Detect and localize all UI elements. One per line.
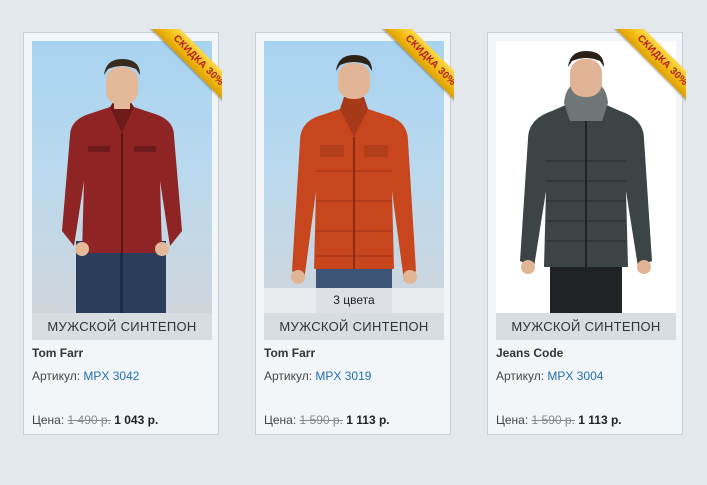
sku-link[interactable]: MPX 3042 [83,369,139,383]
sku-link[interactable]: MPX 3004 [547,369,603,383]
old-price: 1 590 р. [299,413,343,427]
discount-badge: СКИДКА 30% [372,29,454,111]
product-category: МУЖСКОЙ СИНТЕПОН [32,313,212,340]
sku-link[interactable]: MPX 3019 [315,369,371,383]
product-price: Цена: 1 590 р. 1 113 р. [264,413,390,427]
product-category: МУЖСКОЙ СИНТЕПОН [264,313,444,340]
product-price: Цена: 1 590 р. 1 113 р. [496,413,622,427]
sku-label: Артикул: [496,369,545,383]
price-label: Цена: [32,413,65,427]
product-price: Цена: 1 490 р. 1 043 р. [32,413,158,427]
product-card[interactable]: СКИДКА 30% МУЖСКОЙ СИНТЕПОН Jeans Code А… [487,29,686,435]
new-price: 1 113 р. [578,413,622,427]
product-brand: Tom Farr [32,346,84,360]
new-price: 1 113 р. [346,413,390,427]
old-price: 1 590 р. [531,413,575,427]
sku-label: Артикул: [264,369,313,383]
discount-badge: СКИДКА 30% [604,29,686,111]
price-label: Цена: [264,413,297,427]
new-price: 1 043 р. [114,413,159,427]
colors-available-label: 3 цвета [264,288,444,313]
discount-badge-label: СКИДКА 30% [612,29,686,111]
discount-badge-label: СКИДКА 30% [380,29,454,111]
product-sku: Артикул: MPX 3004 [496,369,603,383]
product-sku: Артикул: MPX 3042 [32,369,139,383]
product-brand: Jeans Code [496,346,564,360]
price-label: Цена: [496,413,529,427]
product-brand: Tom Farr [264,346,316,360]
product-card[interactable]: СКИДКА 30% МУЖСКОЙ СИНТЕПОН Tom Farr Арт… [23,29,222,435]
product-card[interactable]: 3 цвета СКИДКА 30% МУЖСКОЙ СИНТЕПОН Tom … [255,29,454,435]
discount-badge-label: СКИДКА 30% [148,29,222,111]
old-price: 1 490 р. [67,413,111,427]
sku-label: Артикул: [32,369,81,383]
discount-badge: СКИДКА 30% [140,29,222,111]
product-category: МУЖСКОЙ СИНТЕПОН [496,313,676,340]
product-sku: Артикул: MPX 3019 [264,369,371,383]
